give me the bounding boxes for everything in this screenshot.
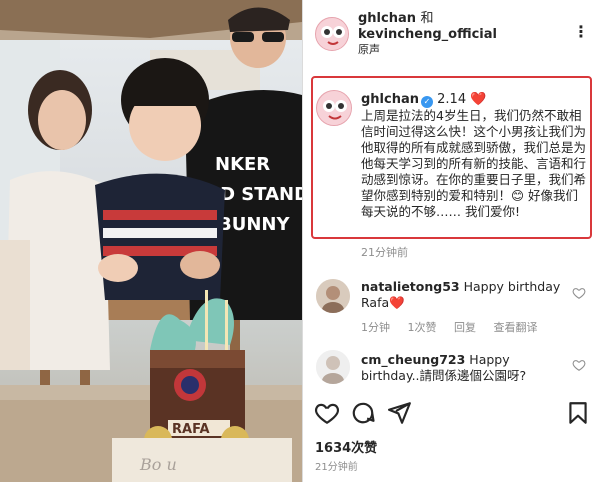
- bookmark-icon[interactable]: [565, 400, 591, 426]
- birthday-photo-illustration: NKER ND STAND BUNNY RAFA Bo u: [0, 0, 302, 482]
- avatar-cartoon-icon: [316, 18, 348, 50]
- caption-header: ghlchan ✓ 2.14 ❤️: [361, 92, 486, 108]
- audio-label[interactable]: 原声: [358, 43, 497, 57]
- comment-reply-button[interactable]: 回复: [454, 321, 476, 334]
- post-detail-pane: ghlchan 和 kevincheng_official 原声 ⋮ ghlch…: [303, 0, 600, 482]
- post-photo[interactable]: NKER ND STAND BUNNY RAFA Bo u: [0, 0, 302, 482]
- avatar-photo-icon: [316, 350, 350, 384]
- svg-text:Bo u: Bo u: [139, 455, 177, 474]
- author-2-link[interactable]: kevincheng_official: [358, 27, 497, 43]
- caption-heart: ❤️: [470, 92, 487, 107]
- comment-username[interactable]: cm_cheung723: [361, 352, 465, 367]
- comment-time: 1分钟: [361, 321, 390, 334]
- comment-likes[interactable]: 1次赞: [408, 321, 437, 334]
- action-bar: [303, 398, 600, 428]
- comment-username[interactable]: natalietong53: [361, 279, 460, 294]
- commenter-avatar[interactable]: [316, 279, 350, 313]
- comment-icon[interactable]: [350, 400, 376, 426]
- caption-date: 2.14: [437, 92, 467, 107]
- caption-username[interactable]: ghlchan: [361, 92, 419, 107]
- cake-name: RAFA: [172, 422, 210, 437]
- author-conjunction: 和: [420, 11, 434, 26]
- shirt-text-1: NKER: [215, 154, 270, 175]
- commenter-avatar[interactable]: [316, 350, 350, 384]
- heart-icon[interactable]: [314, 400, 340, 426]
- comment-meta: 1分钟 1次赞 回复 查看翻译: [361, 319, 552, 335]
- share-icon[interactable]: [386, 400, 412, 426]
- author-1-link[interactable]: ghlchan: [358, 11, 416, 26]
- post-time: 21分钟前: [315, 462, 358, 473]
- author-names: ghlchan 和 kevincheng_official 原声: [358, 11, 497, 57]
- comment-translate-button[interactable]: 查看翻译: [494, 321, 538, 334]
- comment-like-heart-icon[interactable]: [572, 358, 586, 372]
- verified-icon: ✓: [421, 96, 434, 108]
- caption-author-avatar[interactable]: [316, 90, 352, 126]
- avatar-photo-icon: [316, 279, 350, 313]
- shirt-text-3: BUNNY: [218, 214, 290, 235]
- comment-like-heart-icon[interactable]: [572, 286, 586, 300]
- post-header: ghlchan 和 kevincheng_official 原声 ⋮: [303, 0, 600, 62]
- author-avatar[interactable]: [315, 17, 349, 51]
- caption-time: 21分钟前: [361, 246, 408, 259]
- likes-count[interactable]: 1634次赞: [315, 437, 377, 456]
- caption-text: 上周是拉法的4岁生日，我们仍然不敢相信时间过得这么快！这个小男孩让我们为他取得的…: [361, 108, 587, 219]
- more-icon[interactable]: ⋮: [573, 22, 590, 41]
- comment-text: cm_cheung723 Happy birthday..請問係邊個公園呀?: [361, 352, 561, 384]
- comment-text: natalietong53 Happy birthday Rafa❤️: [361, 279, 561, 311]
